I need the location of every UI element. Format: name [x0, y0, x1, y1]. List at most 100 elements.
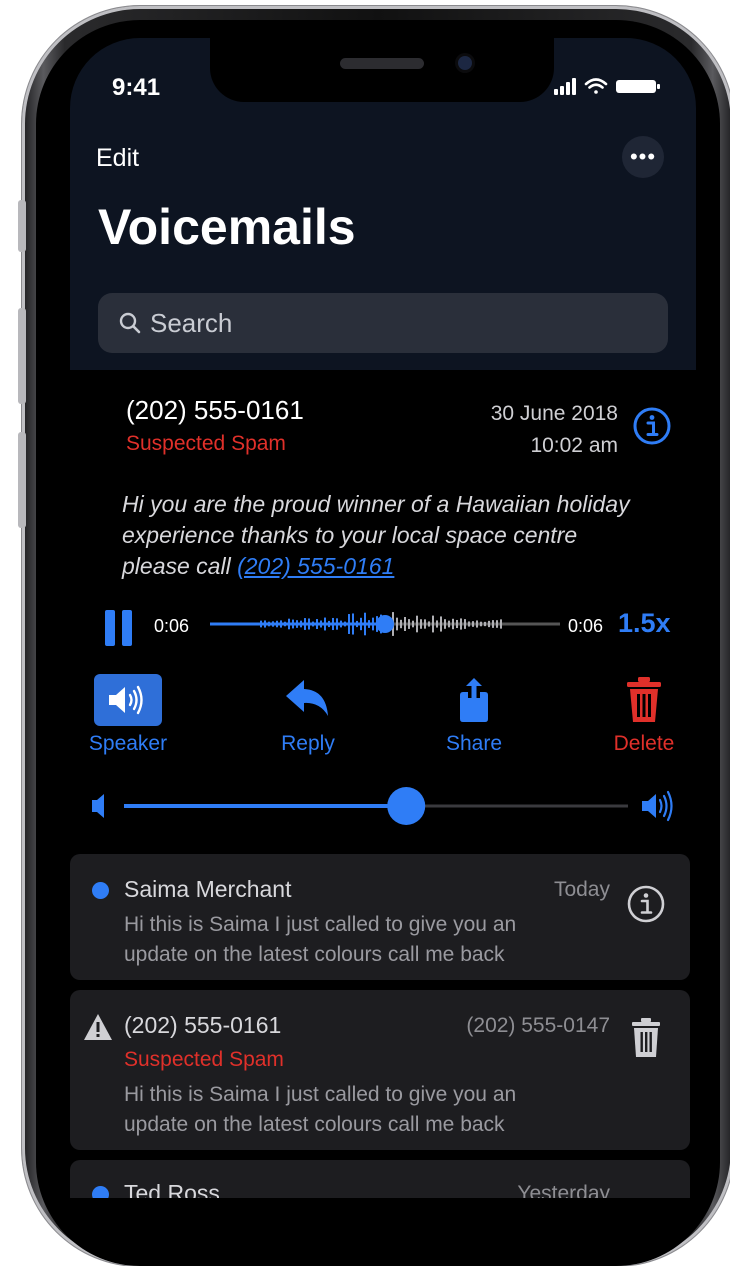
reply-button[interactable]: Reply: [258, 674, 358, 756]
voicemail-row[interactable]: (202) 555-0161 (202) 555-0147 Suspected …: [70, 990, 690, 1150]
row-preview: Hi this is Saima I just called to give y…: [124, 910, 604, 970]
voicemail-transcript: Hi you are the proud winner of a Hawaiia…: [122, 489, 642, 582]
front-camera: [458, 56, 472, 70]
waveform-bar: [304, 618, 306, 630]
info-icon[interactable]: [626, 884, 666, 924]
waveform-bar: [328, 620, 330, 628]
waveform-bar: [476, 620, 478, 628]
row-preview-line: update on the latest colours call me bac…: [124, 1113, 505, 1136]
unread-dot: [92, 1186, 109, 1198]
waveform-bar: [368, 620, 370, 628]
waveform-bar: [436, 620, 438, 628]
trash-icon: [627, 677, 661, 722]
waveform-bar: [452, 618, 454, 630]
waveform-bar: [444, 619, 446, 629]
waveform-bar: [428, 621, 430, 627]
delete-label: Delete: [613, 732, 675, 755]
waveform-bar: [464, 619, 466, 629]
volume-high-icon: [642, 790, 673, 822]
row-preview-line: update on the latest colours call me bac…: [124, 943, 505, 966]
waveform-bar: [488, 620, 490, 628]
playback-speed-button[interactable]: 1.5x: [618, 608, 671, 639]
waveform-bar: [308, 618, 310, 630]
pause-icon[interactable]: [104, 608, 134, 648]
waveform-bar: [352, 613, 354, 635]
waveform-bar: [316, 619, 318, 629]
mute-switch: [18, 200, 26, 252]
status-icons: [554, 78, 660, 95]
phone-screen: 9:41 Edit ••• Voicemails Search (202) 55…: [70, 38, 696, 1198]
page-title: Voicemails: [98, 199, 356, 255]
waveform-bar: [456, 619, 458, 629]
waveform-bar: [272, 621, 274, 627]
waveform-bar: [484, 621, 486, 627]
waveform-bar: [356, 620, 358, 628]
waveform-bar: [364, 612, 366, 636]
waveform-bar: [424, 619, 426, 629]
wifi-icon: [584, 78, 608, 94]
delete-button[interactable]: Delete: [594, 674, 694, 756]
unread-dot: [92, 882, 109, 899]
speaker-button[interactable]: Speaker: [78, 674, 178, 756]
remaining-time: 0:06: [568, 616, 604, 636]
waveform-bar: [324, 617, 326, 631]
edit-button[interactable]: Edit: [96, 144, 139, 173]
row-caller: Saima Merchant: [124, 876, 292, 902]
waveform-bar: [264, 620, 266, 628]
trash-icon[interactable]: [630, 1018, 662, 1058]
waveform-bar: [268, 621, 270, 627]
search-icon: [119, 312, 141, 334]
waveform-bar: [336, 618, 338, 630]
waveform-bar: [300, 620, 302, 628]
earpiece: [340, 58, 424, 69]
search-input[interactable]: Search: [98, 293, 668, 353]
row-date: Today: [553, 878, 610, 901]
voicemail-row[interactable]: Ted Ross Yesterday: [70, 1160, 690, 1198]
warning-icon: [84, 1014, 112, 1040]
waveform-bar: [416, 615, 418, 633]
search-placeholder: Search: [150, 307, 233, 338]
volume-slider[interactable]: [90, 784, 680, 828]
ellipsis-icon: •••: [629, 144, 657, 169]
waveform-bar: [440, 616, 442, 632]
waveform-bar: [404, 617, 406, 631]
spam-label: Suspected Spam: [126, 432, 286, 455]
voicemail-row[interactable]: Saima Merchant Today Hi this is Saima I …: [70, 854, 690, 980]
scrubber-thumb: [376, 615, 394, 633]
transcript-phone-link[interactable]: (202) 555-0161: [237, 553, 394, 579]
waveform-bar: [400, 619, 402, 629]
waveform-bar: [344, 621, 346, 627]
row-preview: Hi this is Saima I just called to give y…: [124, 1080, 604, 1140]
row-date: Yesterday: [517, 1182, 610, 1198]
signal-icon: [554, 78, 576, 95]
waveform-bar: [480, 621, 482, 627]
waveform-bar: [460, 618, 462, 630]
waveform-bar: [412, 620, 414, 628]
reply-label: Reply: [281, 732, 335, 755]
volume-low-icon: [92, 794, 104, 818]
volume-thumb: [387, 787, 426, 825]
share-icon: [460, 678, 488, 722]
waveform-bar: [332, 617, 334, 631]
waveform-bar: [280, 620, 282, 628]
waveform-bar: [496, 620, 498, 628]
row-caller: Ted Ross: [124, 1180, 220, 1198]
waveform-bar: [292, 619, 294, 629]
waveform-bar: [372, 617, 374, 631]
waveform-bar: [472, 621, 474, 627]
voicemail-time: 10:02 am: [530, 434, 618, 457]
speaker-label: Speaker: [88, 732, 168, 755]
info-icon[interactable]: [632, 406, 672, 446]
row-preview-line: Hi this is Saima I just called to give y…: [124, 1083, 517, 1106]
reply-icon: [286, 680, 328, 716]
elapsed-time: 0:06: [154, 616, 190, 636]
voicemail-date: 30 June 2018: [490, 402, 618, 425]
waveform-bar: [348, 614, 350, 634]
waveform-bar: [408, 619, 410, 629]
row-caller: (202) 555-0161: [124, 1012, 282, 1038]
more-options-button[interactable]: •••: [622, 136, 664, 178]
playback-scrubber[interactable]: [210, 606, 560, 642]
waveform-bar: [312, 621, 314, 627]
waveform-bar: [340, 620, 342, 628]
share-button[interactable]: Share: [424, 674, 524, 756]
